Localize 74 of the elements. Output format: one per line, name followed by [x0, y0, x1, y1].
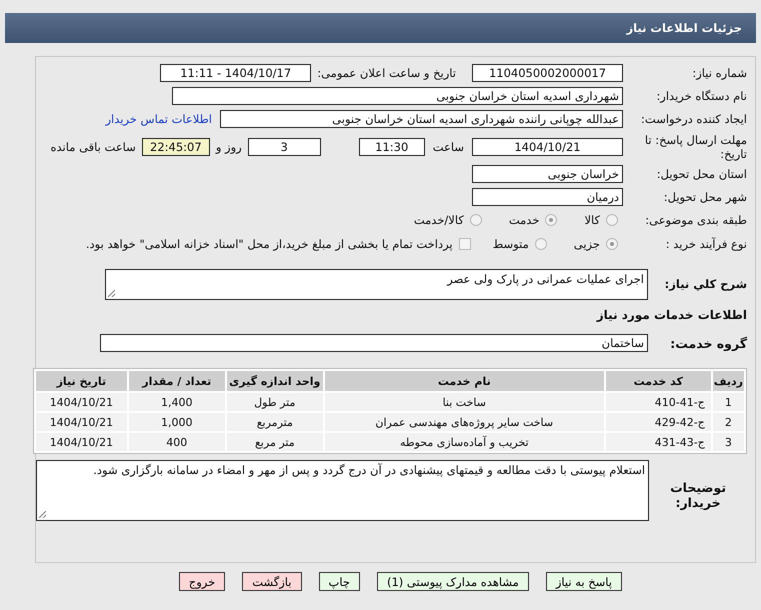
input-field[interactable]: 22:45:07: [142, 138, 210, 156]
resize-grip-icon: [39, 511, 46, 518]
action-button[interactable]: خروج: [178, 572, 226, 591]
action-button[interactable]: بازگشت: [242, 572, 302, 591]
column-header: نام خدمت: [324, 371, 604, 391]
action-button[interactable]: چاپ: [318, 572, 360, 591]
table-cell: 1,000: [128, 413, 225, 431]
field-label: استان محل تحویل:: [656, 166, 748, 180]
field-label: نوع فرآیند خرید :: [664, 237, 748, 251]
page-title: جزئیات اطلاعات نیاز: [626, 21, 742, 35]
table-cell: متر مربع: [226, 433, 323, 451]
input-field[interactable]: 3: [248, 138, 321, 156]
radio-button[interactable]: [470, 214, 482, 226]
field-label: نام دستگاه خریدار:: [655, 88, 748, 102]
field-label: شهر محل تحویل:: [662, 190, 748, 204]
input-field[interactable]: عبدالله چوپانی راننده شهرداری اسدیه استان خراسان جنوبی: [220, 110, 623, 128]
column-header: کد خدمت: [606, 371, 711, 391]
table-cell: متر طول: [226, 393, 323, 411]
option-label: کالا/خدمت: [414, 213, 464, 227]
contact-link[interactable]: اطلاعات تماس خریدار: [105, 112, 212, 126]
column-header: ردیف: [712, 371, 744, 391]
table-cell: تخریب و آماده‌سازی محوطه: [324, 433, 604, 451]
payment-note: پرداخت تمام یا بخشی از مبلغ خرید،از محل "اسناد خزانه اسلامی" خواهد بود.: [86, 237, 453, 251]
column-header: تاریخ نیاز: [36, 371, 127, 391]
input-field[interactable]: ساختمان: [100, 334, 648, 352]
input-field[interactable]: استعلام پیوستی با دقت مطالعه و قیمتهای پیشنهادی در آن درج گردد و پس از مهر و امضاء در سامانه بارگزاری شود.: [36, 460, 650, 521]
table-cell: 1,400: [128, 393, 225, 411]
table-cell: ج-43-431: [606, 433, 711, 451]
table-cell: مترمربع: [226, 413, 323, 431]
option-label: خدمت: [508, 213, 540, 227]
input-field[interactable]: 1104050002000017: [472, 64, 623, 82]
table-cell: 400: [128, 433, 225, 451]
radio-button[interactable]: [545, 214, 558, 226]
checkbox[interactable]: [458, 238, 471, 250]
section-title: اطلاعات خدمات مورد نیاز: [596, 308, 748, 322]
option-label: کالا: [584, 213, 600, 227]
field-label: ساعت باقی مانده: [50, 140, 137, 154]
table-cell: 1404/10/21: [36, 433, 127, 451]
field-label: شرح کلي نياز:: [664, 277, 748, 291]
option-label: متوسط: [492, 237, 529, 251]
field-label: تاریخ و ساعت اعلان عمومی:: [316, 66, 457, 80]
field-label: ساعت: [432, 140, 465, 154]
table-cell: ساخت سایر پروژه‌های مهندسی عمران: [324, 413, 604, 431]
table-cell: 3: [712, 433, 744, 451]
input-field[interactable]: شهرداری اسدیه استان خراسان جنوبی: [172, 86, 623, 104]
column-header: واحد اندازه گیری: [226, 371, 323, 391]
table-cell: 1: [712, 393, 744, 411]
resize-grip-icon: [108, 290, 115, 296]
input-field[interactable]: خراسان جنوبی: [472, 164, 623, 182]
radio-button[interactable]: [534, 238, 547, 250]
table-cell: ساخت بنا: [324, 393, 604, 411]
field-label: طبقه بندی موضوعی:: [644, 213, 748, 227]
column-header: تعداد / مقدار: [128, 371, 225, 391]
action-button[interactable]: مشاهده مدارک پیوستی (1): [376, 572, 529, 591]
radio-button[interactable]: [606, 238, 618, 250]
table-cell: 1404/10/21: [36, 393, 127, 411]
input-field[interactable]: 1404/10/21: [472, 138, 623, 156]
input-field[interactable]: درمیان: [472, 188, 623, 206]
field-label: مهلت ارسال پاسخ: تا تاریخ:: [644, 133, 748, 161]
field-label: روز و: [214, 140, 243, 154]
table-cell: ج-41-410: [606, 393, 711, 411]
field-label: توضیحات خریدار:: [669, 479, 728, 510]
field-label: گروه خدمت:: [669, 336, 748, 350]
table-cell: ج-42-429: [606, 413, 711, 431]
table-cell: 2: [712, 413, 744, 431]
input-field[interactable]: اجرای عملیات عمرانی در پارک ولی عصر: [105, 268, 648, 300]
field-label: ایجاد کننده درخواست:: [640, 112, 748, 126]
input-field[interactable]: 11:30: [358, 138, 425, 156]
field-label: شماره نیاز:: [691, 66, 748, 80]
input-field[interactable]: 1404/10/17 - 11:11: [160, 64, 312, 82]
table-cell: 1404/10/21: [36, 413, 127, 431]
option-label: جزیی: [574, 237, 600, 251]
radio-button[interactable]: [606, 214, 618, 226]
action-button[interactable]: پاسخ به نیاز: [546, 572, 622, 591]
